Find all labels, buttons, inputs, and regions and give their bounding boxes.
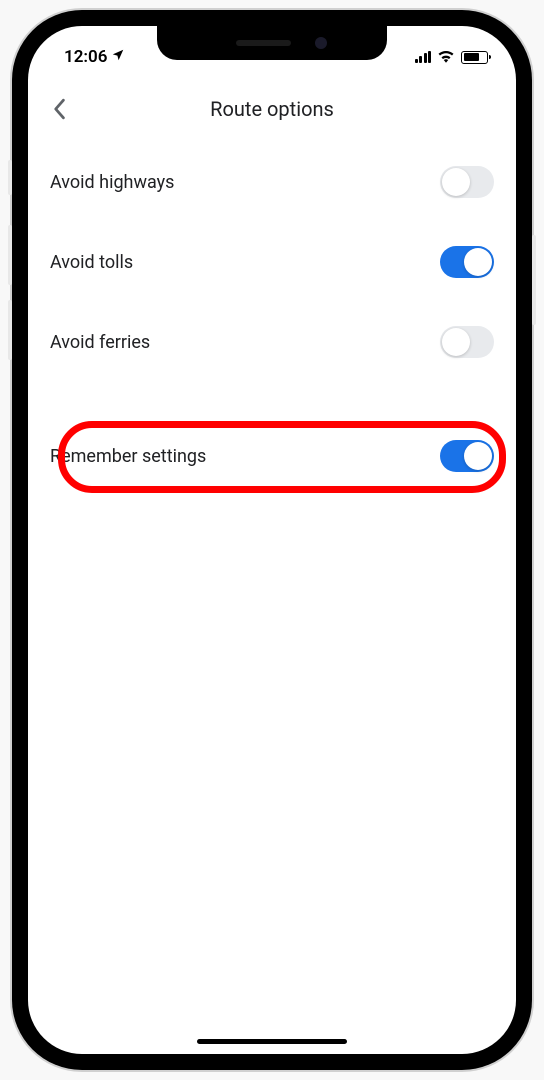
phone-frame: 12:06 bbox=[12, 10, 532, 1070]
option-label: Remember settings bbox=[50, 446, 206, 467]
option-label: Avoid highways bbox=[50, 172, 174, 193]
home-indicator[interactable] bbox=[197, 1039, 347, 1044]
toggle-avoid-highways[interactable] bbox=[440, 166, 494, 198]
toggle-knob bbox=[442, 328, 470, 356]
screen: 12:06 bbox=[28, 26, 516, 1054]
wifi-icon bbox=[437, 48, 455, 67]
side-button bbox=[8, 300, 12, 360]
side-button bbox=[532, 235, 536, 325]
chevron-left-icon bbox=[52, 98, 66, 120]
toggle-knob bbox=[464, 442, 492, 470]
section-gap bbox=[50, 382, 494, 416]
options-list: Avoid highways Avoid tolls Avoid ferries bbox=[28, 142, 516, 496]
page-title: Route options bbox=[210, 97, 334, 121]
option-label: Avoid tolls bbox=[50, 252, 133, 273]
side-button bbox=[8, 160, 12, 195]
option-avoid-tolls: Avoid tolls bbox=[50, 222, 494, 302]
nav-header: Route options bbox=[28, 74, 516, 142]
location-icon bbox=[111, 48, 125, 66]
remember-settings-row: Remember settings bbox=[50, 416, 494, 496]
option-label: Avoid ferries bbox=[50, 332, 150, 353]
cellular-icon bbox=[415, 51, 432, 63]
status-right bbox=[415, 48, 489, 67]
front-camera bbox=[315, 37, 327, 49]
back-button[interactable] bbox=[46, 96, 72, 122]
speaker bbox=[236, 40, 291, 46]
toggle-knob bbox=[464, 248, 492, 276]
status-left: 12:06 bbox=[64, 47, 125, 67]
toggle-knob bbox=[442, 168, 470, 196]
option-avoid-highways: Avoid highways bbox=[50, 142, 494, 222]
battery-icon bbox=[461, 51, 488, 64]
option-avoid-ferries: Avoid ferries bbox=[50, 302, 494, 382]
toggle-avoid-tolls[interactable] bbox=[440, 246, 494, 278]
notch bbox=[157, 26, 387, 60]
toggle-avoid-ferries[interactable] bbox=[440, 326, 494, 358]
status-time: 12:06 bbox=[64, 47, 107, 67]
side-button bbox=[8, 225, 12, 285]
toggle-remember-settings[interactable] bbox=[440, 440, 494, 472]
